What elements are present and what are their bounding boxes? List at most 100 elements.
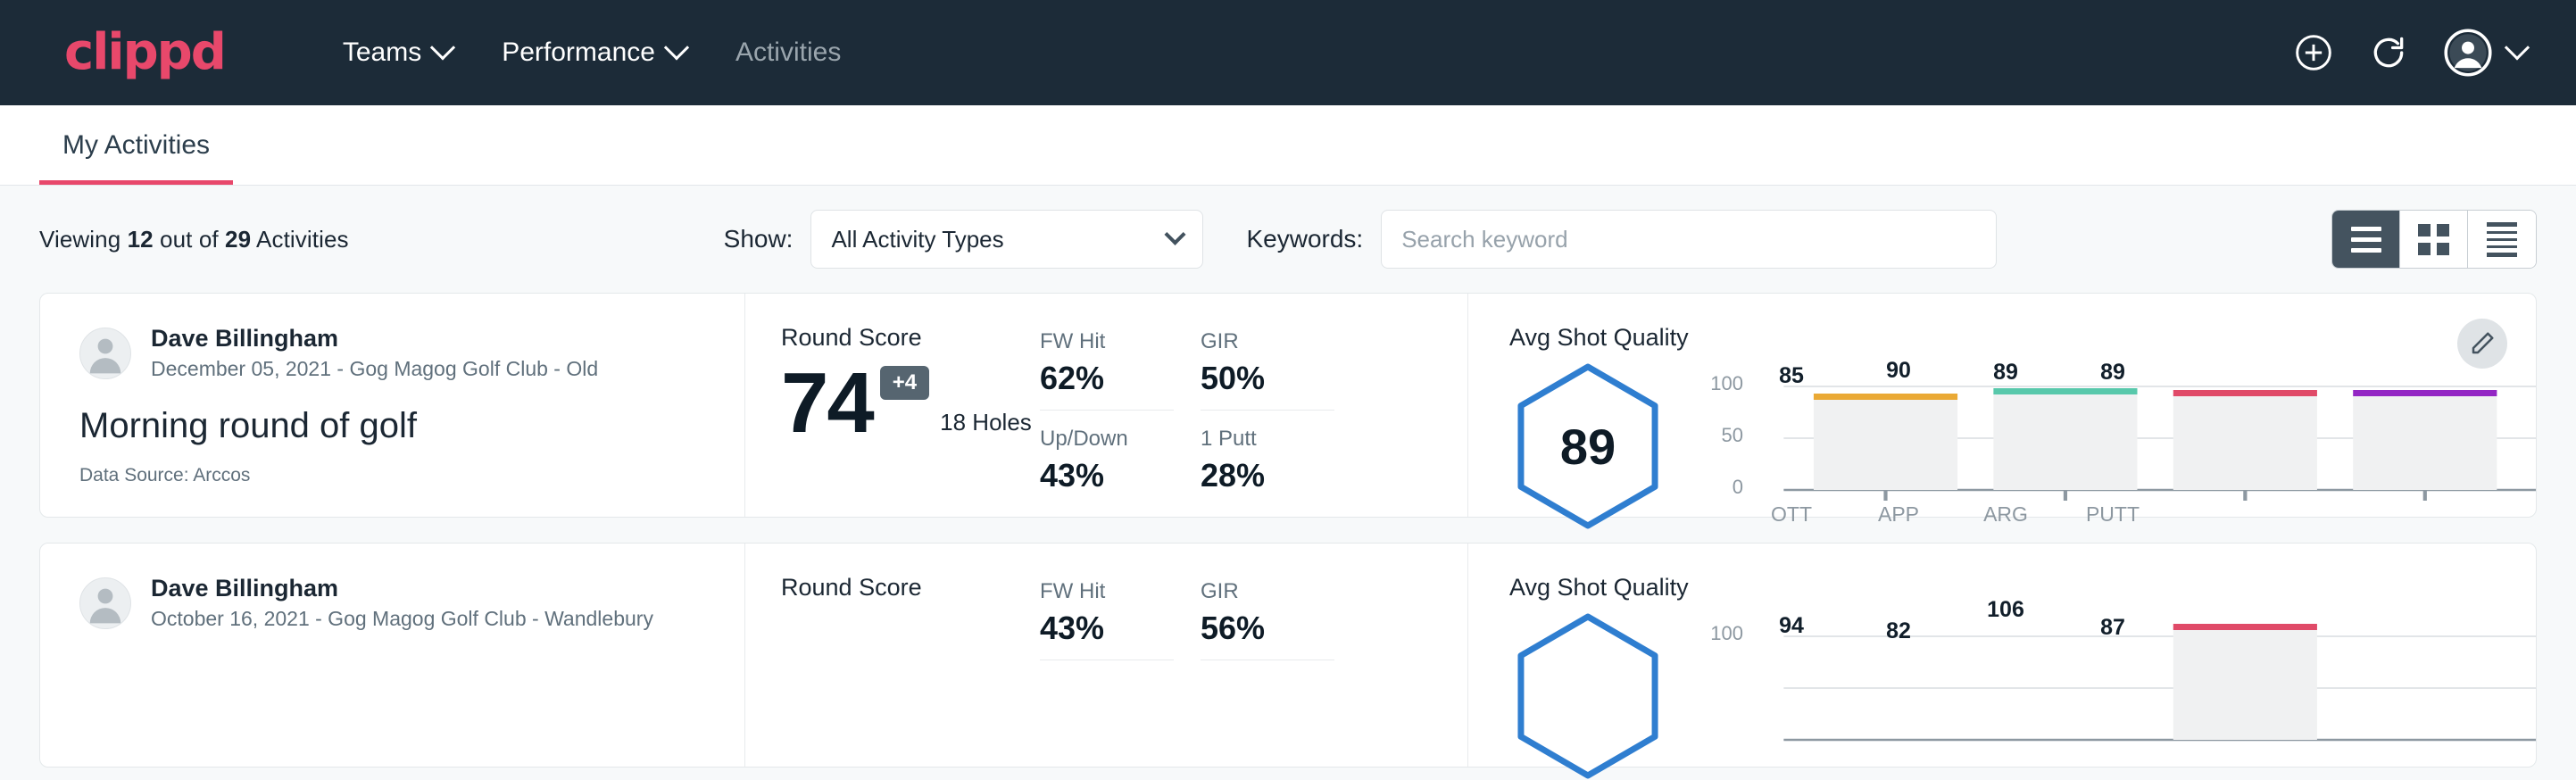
stat-value: 50% <box>1201 360 1334 397</box>
stat-gir: GIR 56% <box>1201 579 1334 660</box>
view-mode-toggle-group <box>2331 210 2537 269</box>
viewing-count: 12 <box>128 226 154 253</box>
stat-label: FW Hit <box>1040 329 1174 354</box>
nav-right-actions <box>2294 29 2526 77</box>
stat-value: 43% <box>1040 610 1174 647</box>
filter-bar: Viewing 12 out of 29 Activities Show: Al… <box>39 186 2537 293</box>
pencil-icon <box>2469 330 2496 357</box>
stat-one-putt: 1 Putt 28% <box>1201 427 1334 507</box>
stat-value: 56% <box>1201 610 1334 647</box>
stat-label: GIR <box>1201 579 1334 604</box>
round-score-column: Round Score 74 +4 18 Holes <box>745 294 1040 517</box>
viewing-count-text: Viewing 12 out of 29 Activities <box>39 226 349 253</box>
player-name: Dave Billingham <box>151 324 598 354</box>
tab-my-activities-label: My Activities <box>62 130 210 160</box>
stats-grid: FW Hit 62% GIR 50% Up/Down 43% 1 Putt 28… <box>1040 329 1467 507</box>
add-circle-icon[interactable] <box>2294 33 2333 72</box>
top-navigation-bar: clippd Teams Performance Activities <box>0 0 2576 105</box>
nav-item-performance-label: Performance <box>502 37 655 68</box>
x-label-ott: OTT <box>1740 502 1843 527</box>
x-label-app: APP <box>1847 502 1950 527</box>
y-tick-50: 50 <box>1697 424 1743 447</box>
viewing-suffix: Activities <box>251 226 348 253</box>
chevron-down-icon <box>430 35 455 60</box>
activity-card[interactable]: Dave Billingham October 16, 2021 - Gog M… <box>39 543 2537 768</box>
nav-item-teams[interactable]: Teams <box>318 27 477 79</box>
activity-stats-column: FW Hit 62% GIR 50% Up/Down 43% 1 Putt 28… <box>1040 294 1468 517</box>
x-label-putt: PUTT <box>2061 502 2165 527</box>
activity-meta: October 16, 2021 - Gog Magog Golf Club -… <box>151 606 653 633</box>
tab-my-activities[interactable]: My Activities <box>39 130 233 185</box>
round-score-column: Round Score <box>745 544 1040 767</box>
quality-hexagon <box>1509 610 1666 780</box>
activity-info-column: Dave Billingham December 05, 2021 - Gog … <box>40 294 745 517</box>
avg-shot-quality-column: Avg Shot Quality 89 <box>1468 294 2536 517</box>
chevron-down-icon <box>2505 35 2530 60</box>
compact-view-button[interactable] <box>2468 211 2536 268</box>
grid-view-button[interactable] <box>2400 211 2468 268</box>
avatar <box>79 577 131 629</box>
activity-card[interactable]: Dave Billingham December 05, 2021 - Gog … <box>39 293 2537 518</box>
grid-view-icon <box>2418 224 2449 255</box>
chevron-down-icon <box>664 35 689 60</box>
shot-quality-bar-chart: 100 94 82 106 87 <box>1697 611 2536 780</box>
stat-gir: GIR 50% <box>1201 329 1334 411</box>
edit-activity-button[interactable] <box>2457 319 2507 369</box>
activity-player: Dave Billingham October 16, 2021 - Gog M… <box>79 574 718 633</box>
refresh-icon[interactable] <box>2369 33 2408 72</box>
bar-value-arg: 106 <box>1954 597 2057 623</box>
compact-view-icon <box>2487 222 2517 257</box>
activity-type-select[interactable]: All Activity Types <box>810 210 1203 269</box>
bar-value-ott: 85 <box>1740 363 1843 389</box>
stats-grid: FW Hit 43% GIR 56% <box>1040 579 1467 676</box>
main-nav-items: Teams Performance Activities <box>318 27 866 79</box>
activity-info-column: Dave Billingham October 16, 2021 - Gog M… <box>40 544 745 767</box>
stat-value: 43% <box>1040 457 1174 494</box>
clippd-logo[interactable]: clippd <box>64 28 225 78</box>
bar-value-putt: 89 <box>2061 360 2165 386</box>
bar-value-app: 82 <box>1847 618 1950 644</box>
round-score-value: 74 <box>781 362 873 444</box>
search-input[interactable] <box>1381 210 1997 269</box>
round-score-label: Round Score <box>781 324 1040 352</box>
nav-item-performance[interactable]: Performance <box>477 27 710 79</box>
stat-fw-hit: FW Hit 43% <box>1040 579 1174 660</box>
bar-value-putt: 87 <box>2061 615 2165 641</box>
activity-player: Dave Billingham December 05, 2021 - Gog … <box>79 324 718 383</box>
y-tick-100: 100 <box>1697 372 1743 395</box>
list-view-button[interactable] <box>2332 211 2400 268</box>
viewing-total: 29 <box>225 226 251 253</box>
avg-shot-quality-body: 89 <box>1509 361 2536 532</box>
quality-score-value <box>1509 610 1666 780</box>
avg-shot-quality-label: Avg Shot Quality <box>1509 324 2536 352</box>
activity-data-source: Data Source: Arccos <box>79 465 718 486</box>
stat-value: 28% <box>1201 457 1334 494</box>
quality-score-value: 89 <box>1509 361 1666 532</box>
nav-item-activities[interactable]: Activities <box>710 27 866 79</box>
activity-title: Morning round of golf <box>79 406 718 446</box>
keywords-label: Keywords: <box>1246 225 1363 253</box>
score-over-par-badge: +4 <box>880 366 929 400</box>
avg-shot-quality-column: Avg Shot Quality <box>1468 544 2536 767</box>
activity-type-value: All Activity Types <box>831 226 1003 253</box>
keywords-filter-group: Keywords: <box>1246 210 1997 269</box>
holes-played: 18 Holes <box>940 409 1032 444</box>
list-view-icon <box>2351 227 2381 253</box>
bar-value-arg: 89 <box>1954 360 2057 386</box>
account-menu[interactable] <box>2444 29 2526 77</box>
chevron-down-icon <box>1165 223 1186 245</box>
bar-value-ott: 94 <box>1740 613 1843 639</box>
avatar <box>79 328 131 379</box>
x-label-arg: ARG <box>1954 502 2057 527</box>
nav-item-teams-label: Teams <box>343 37 421 68</box>
viewing-mid: out of <box>154 226 225 253</box>
player-name: Dave Billingham <box>151 574 653 604</box>
y-tick-100: 100 <box>1697 622 1743 645</box>
quality-hexagon: 89 <box>1509 361 1666 532</box>
activity-stats-column: FW Hit 43% GIR 56% <box>1040 544 1468 767</box>
round-score-label: Round Score <box>781 574 1040 602</box>
activity-meta: December 05, 2021 - Gog Magog Golf Club … <box>151 356 598 383</box>
stat-label: 1 Putt <box>1201 427 1334 452</box>
avg-shot-quality-body: 100 94 82 106 87 <box>1509 610 2536 780</box>
tab-bar: My Activities <box>0 105 2576 186</box>
